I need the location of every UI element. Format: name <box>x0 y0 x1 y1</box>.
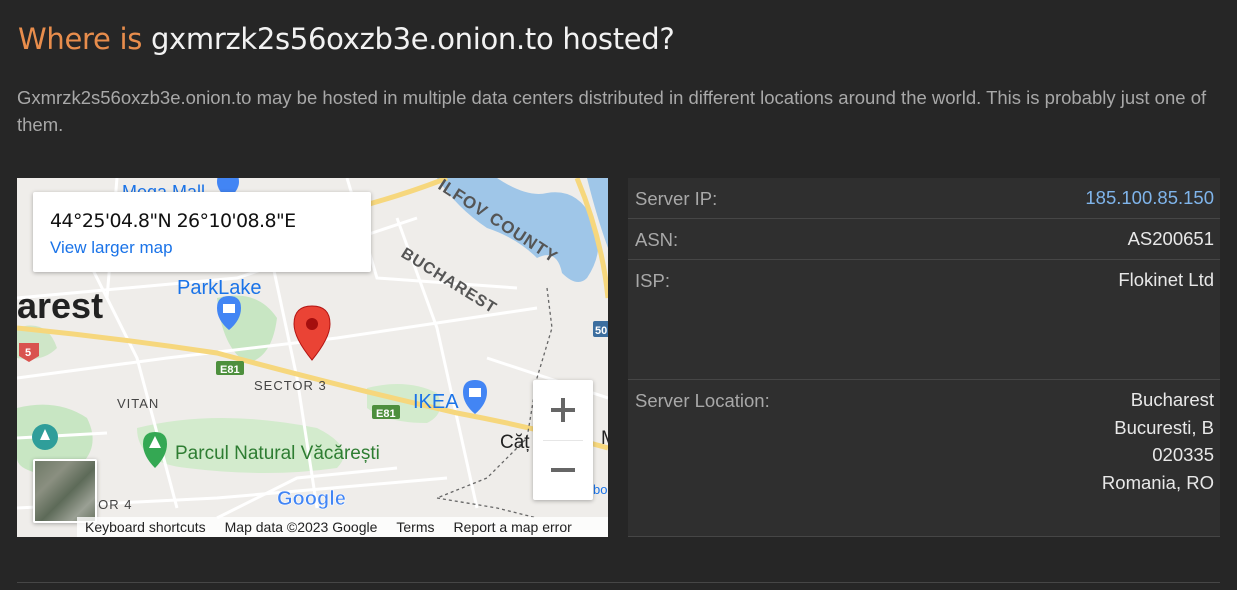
isp-row: ISP: Flokinet Ltd <box>628 260 1220 380</box>
title-domain: gxmrzk2s56oxzb3e.onion.to hosted? <box>150 22 675 56</box>
report-map-error-link[interactable]: Report a map error <box>454 519 572 535</box>
view-larger-map-link[interactable]: View larger map <box>50 238 173 258</box>
satellite-toggle-thumbnail[interactable] <box>33 459 97 523</box>
coordinates: 44°25'04.8"N 26°10'08.8"E <box>50 210 296 232</box>
e81-label: E81 <box>220 364 240 376</box>
plus-icon <box>551 398 575 422</box>
cat-label: Căț <box>500 432 530 453</box>
county-border <box>436 497 538 519</box>
terms-link[interactable]: Terms <box>396 519 434 535</box>
asn-value: AS200651 <box>1127 228 1214 249</box>
ikea-label: IKEA <box>413 391 459 413</box>
isp-value: Flokinet Ltd <box>1118 269 1214 290</box>
location-country: Romania, RO <box>1101 471 1214 493</box>
map-info-card: 44°25'04.8"N 26°10'08.8"E View larger ma… <box>33 192 371 272</box>
isp-label: ISP: <box>635 270 670 291</box>
zoom-out-button[interactable] <box>533 440 593 500</box>
server-ip-label: Server IP: <box>635 188 718 209</box>
location-region: Bucuresti, B <box>1114 416 1214 438</box>
server-location-value: Bucharest Bucuresti, B 020335 Romania, R… <box>1102 386 1214 496</box>
map-data-attribution: Map data ©2023 Google <box>224 519 378 535</box>
keyboard-shortcuts-link[interactable]: Keyboard shortcuts <box>85 519 206 535</box>
zoom-controls <box>533 380 593 500</box>
server-location-row: Server Location: Bucharest Bucuresti, B … <box>628 380 1220 537</box>
shopping-pin-icon <box>463 380 487 414</box>
location-city: Bucharest <box>1130 389 1214 410</box>
route50-label: 50 <box>595 325 607 337</box>
asn-row: ASN: AS200651 <box>628 219 1220 260</box>
minus-icon <box>551 468 575 472</box>
section-divider <box>17 582 1220 583</box>
parklake-label: ParkLake <box>177 277 262 299</box>
bo-label: bo <box>593 482 607 497</box>
server-ip-row: Server IP: 185.100.85.150 <box>628 178 1220 219</box>
zoom-in-button[interactable] <box>533 380 593 440</box>
e81-label: E81 <box>376 408 396 420</box>
google-logo: Google <box>277 488 346 510</box>
map-embed[interactable]: Mega Mall ILFOV COUNTY BUCHAREST ParkLak… <box>17 178 608 537</box>
parcul-label: Parcul Natural Văcărești <box>175 443 380 464</box>
page-title: Where is gxmrzk2s56oxzb3e.onion.to hoste… <box>18 22 675 56</box>
location-postal: 020335 <box>1152 444 1214 465</box>
title-prefix: Where is <box>18 22 143 56</box>
server-ip-value[interactable]: 185.100.85.150 <box>1085 184 1214 212</box>
map-footer: Keyboard shortcuts Map data ©2023 Google… <box>77 517 608 537</box>
vitan-label: VITAN <box>117 396 159 411</box>
park-pin-icon <box>32 424 58 450</box>
server-info-table: Server IP: 185.100.85.150 ASN: AS200651 … <box>628 178 1220 537</box>
asn-label: ASN: <box>635 229 679 250</box>
server-location-label: Server Location: <box>635 390 770 411</box>
sector3-label: SECTOR 3 <box>254 378 327 393</box>
description: Gxmrzk2s56oxzb3e.onion.to may be hosted … <box>17 87 1207 135</box>
m-label: M <box>601 428 608 449</box>
location-marker-icon[interactable] <box>293 305 331 361</box>
city-label: arest <box>17 285 103 326</box>
route5-label: 5 <box>25 347 31 359</box>
